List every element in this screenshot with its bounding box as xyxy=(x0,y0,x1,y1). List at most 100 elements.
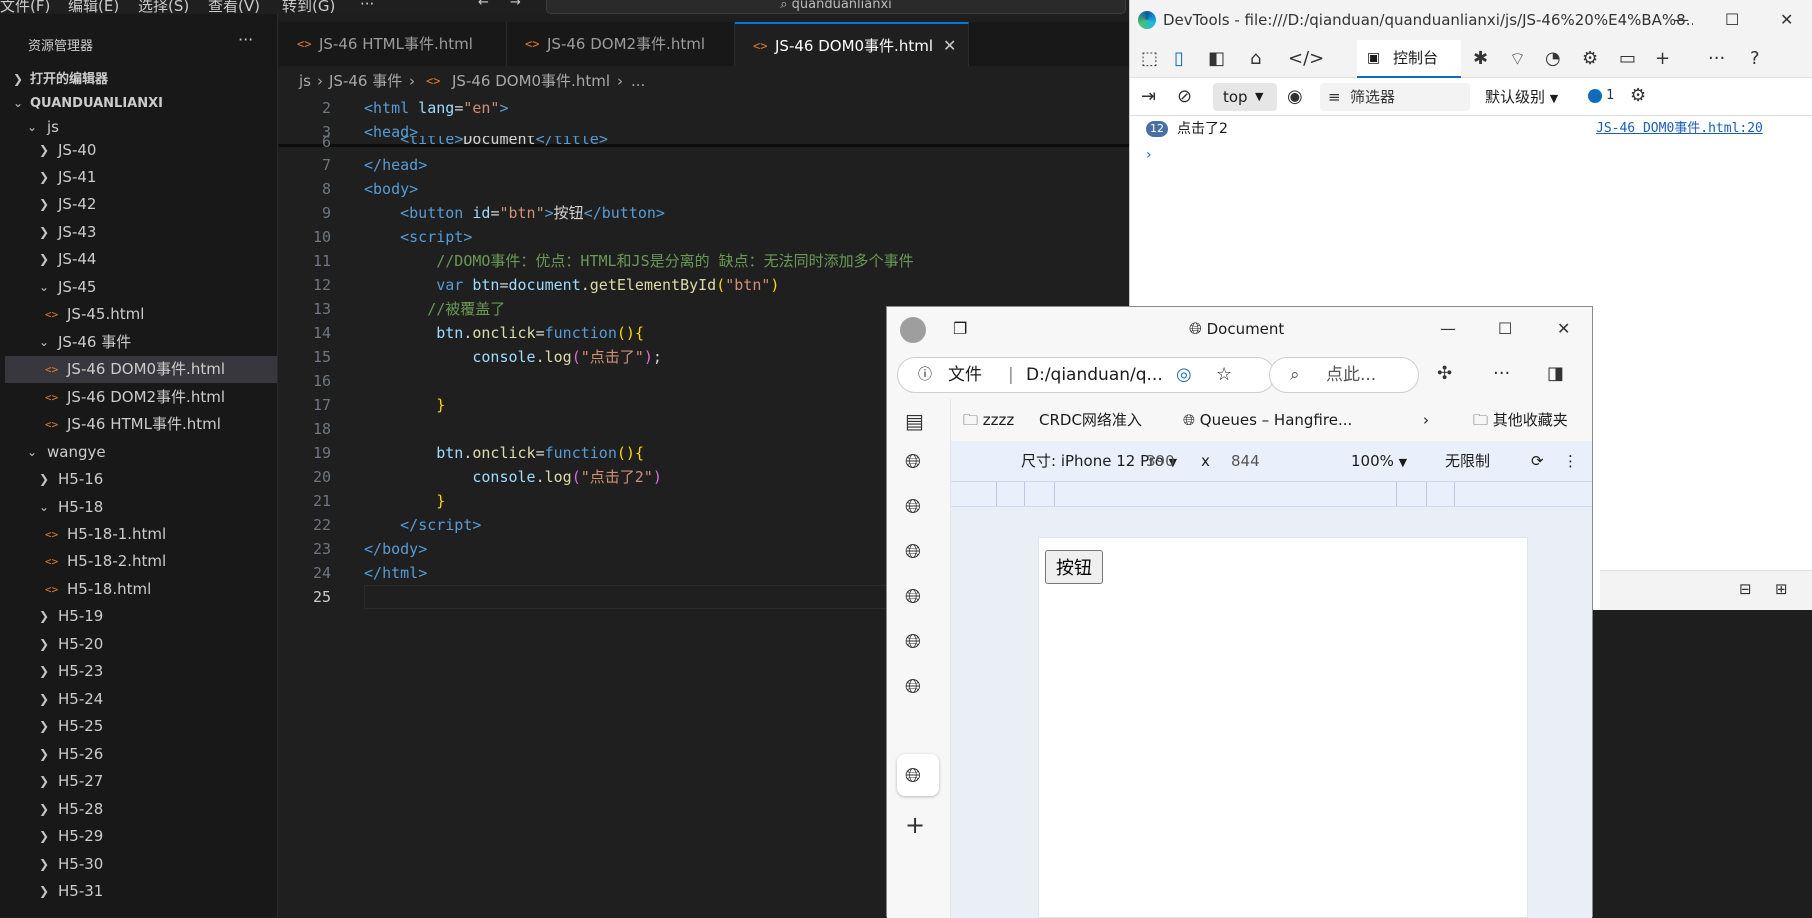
tree-folder[interactable]: ❯ H5-26 xyxy=(5,741,277,768)
tree-folder[interactable]: ❯ H5-20 xyxy=(5,631,277,658)
chevron-right-icon[interactable]: › xyxy=(1423,399,1429,441)
back-arrow-icon[interactable]: ← xyxy=(478,0,489,10)
viewport-height-input[interactable]: 844 xyxy=(1231,441,1260,481)
zoom-selector[interactable]: 100% ▼ xyxy=(1351,441,1407,483)
memory-chip-icon[interactable]: ⚙ xyxy=(1582,48,1598,69)
issues-badge[interactable]: 1 xyxy=(1588,88,1614,103)
search-input[interactable]: ⌕ 点此... xyxy=(1269,357,1419,393)
menu-go[interactable]: 转到(G) xyxy=(282,0,335,14)
tree-file[interactable]: <> H5-18-2.html xyxy=(5,548,277,575)
tree-file[interactable]: <> H5-18-1.html xyxy=(5,521,277,548)
tab-dom0-event[interactable]: <> JS-46 DOM0事件.html ✕ xyxy=(735,22,969,66)
tree-folder[interactable]: ⌄ JS-46 事件 xyxy=(5,329,277,356)
sidebar-toggle-icon[interactable]: ◧ xyxy=(1208,48,1225,69)
globe-icon[interactable]: 🌐︎ xyxy=(905,629,921,653)
more-options-icon[interactable]: ⋮ xyxy=(1563,441,1578,481)
close-icon[interactable]: ✕ xyxy=(943,24,956,68)
tree-folder[interactable]: ❯ H5-16 xyxy=(5,466,277,493)
tree-folder[interactable]: ❯ JS-43 xyxy=(5,219,277,246)
tree-file[interactable]: <> JS-45.html xyxy=(5,301,277,328)
globe-icon[interactable]: 🌐︎ xyxy=(905,674,921,698)
show-sidebar-icon[interactable]: ⇥ xyxy=(1141,86,1156,107)
bookmark-item[interactable]: 🌐︎ Queues – Hangfire... xyxy=(1183,399,1352,441)
tree-folder[interactable]: ⌄ H5-18 xyxy=(5,494,277,521)
globe-icon[interactable]: 🌐︎ xyxy=(905,494,921,518)
bookmark-item[interactable]: CRDC网络准入 xyxy=(1039,399,1142,441)
bug-sources-icon[interactable]: ✱ xyxy=(1473,48,1488,69)
add-tool-icon[interactable]: + xyxy=(1655,48,1670,69)
vertical-tabs-icon[interactable]: ▤ xyxy=(905,409,924,433)
tree-folder[interactable]: ❯ JS-41 xyxy=(5,164,277,191)
tab-console[interactable]: ▣ 控制台 xyxy=(1357,40,1461,78)
elements-code-icon[interactable]: </> xyxy=(1288,48,1324,69)
tree-folder[interactable]: ⌄ wangye xyxy=(5,439,277,466)
more-actions-icon[interactable]: ··· xyxy=(238,30,253,49)
open-editors-section[interactable]: ❯ 打开的编辑器 xyxy=(5,66,277,93)
bookmark-folder[interactable]: 🗀︎ zzzz xyxy=(963,399,1014,441)
breadcrumb-item[interactable]: js xyxy=(299,66,311,96)
globe-icon[interactable]: 🌐︎ xyxy=(905,449,921,473)
profile-avatar[interactable] xyxy=(900,317,926,343)
tree-folder[interactable]: ❯ H5-30 xyxy=(5,851,277,878)
other-favorites[interactable]: 🗀︎ 其他收藏夹 xyxy=(1473,399,1568,441)
device-emulation-icon[interactable]: ▯ xyxy=(1174,48,1184,69)
tree-folder[interactable]: ❯ H5-19 xyxy=(5,603,277,630)
tree-folder[interactable]: ❯ JS-40 xyxy=(5,137,277,164)
more-tools-icon[interactable]: ··· xyxy=(1708,48,1725,69)
tree-file[interactable]: <> H5-18.html xyxy=(5,576,277,603)
application-window-icon[interactable]: ▭ xyxy=(1619,48,1636,69)
throttle-selector[interactable]: 无限制 xyxy=(1445,441,1490,481)
favorite-star-icon[interactable]: ☆ xyxy=(1216,358,1232,392)
breadcrumb-item[interactable]: JS-46 事件 xyxy=(329,66,402,96)
console-prompt[interactable]: › xyxy=(1146,147,1152,163)
tree-folder[interactable]: ❯ JS-44 xyxy=(5,246,277,273)
read-aloud-icon[interactable]: ◎ xyxy=(1176,358,1192,392)
menu-edit[interactable]: 编辑(E) xyxy=(68,0,119,14)
forward-arrow-icon[interactable]: → xyxy=(510,0,521,10)
tree-file[interactable]: <> JS-46 DOM2事件.html xyxy=(5,384,277,411)
tree-folder[interactable]: ❯ H5-31 xyxy=(5,878,277,905)
dock-icon[interactable]: ⊟ xyxy=(1739,580,1752,598)
tab-html-event[interactable]: <> JS-46 HTML事件.html xyxy=(279,22,507,66)
tree-folder[interactable]: ❯ H5-28 xyxy=(5,796,277,823)
help-icon[interactable]: ? xyxy=(1750,48,1760,69)
close-icon[interactable]: ✕ xyxy=(1557,307,1570,351)
close-icon[interactable]: ✕ xyxy=(1780,0,1793,40)
menu-file[interactable]: 文件(F) xyxy=(0,0,50,14)
breadcrumb-item[interactable]: JS-46 DOM0事件.html xyxy=(452,66,610,96)
tree-folder[interactable]: ❯ H5-23 xyxy=(5,658,277,685)
tree-folder[interactable]: ❯ H5-25 xyxy=(5,713,277,740)
settings-gear-icon[interactable]: ⚙ xyxy=(1630,85,1646,106)
tree-folder[interactable]: ❯ JS-42 xyxy=(5,191,277,218)
new-tab-plus-icon[interactable]: + xyxy=(905,811,925,839)
tree-folder[interactable]: ❯ H5-24 xyxy=(5,686,277,713)
menu-more[interactable]: ··· xyxy=(360,0,374,13)
menu-view[interactable]: 查看(V) xyxy=(208,0,260,14)
viewport-width-input[interactable]: 390 xyxy=(1146,441,1175,481)
inspect-icon[interactable]: ⬚ xyxy=(1141,48,1158,69)
log-level-selector[interactable]: 默认级别 ▼ xyxy=(1485,83,1585,111)
welcome-home-icon[interactable]: ⌂ xyxy=(1250,48,1261,69)
eye-icon[interactable]: ◉ xyxy=(1287,86,1303,107)
tab-dom2-event[interactable]: <> JS-46 DOM2事件.html xyxy=(507,22,735,66)
context-selector[interactable]: top ▼ xyxy=(1213,83,1277,111)
tree-folder[interactable]: ❯ H5-29 xyxy=(5,823,277,850)
sidebar-panel-icon[interactable]: ◨ xyxy=(1547,363,1564,384)
minimize-icon[interactable]: — xyxy=(1440,307,1456,351)
log-source-link[interactable]: JS-46 DOM0事件.html:20 xyxy=(1596,116,1763,142)
extensions-icon[interactable]: ✣ xyxy=(1437,363,1452,384)
minimize-icon[interactable]: — xyxy=(1673,0,1689,40)
workspace-root[interactable]: ⌄ QUANDUANLIANXI xyxy=(5,90,277,117)
globe-icon[interactable]: 🌐︎ xyxy=(905,763,921,787)
menu-selection[interactable]: 选择(S) xyxy=(138,0,189,14)
command-center[interactable]: ⌕ quanduanlianxi xyxy=(546,0,1126,14)
network-wifi-icon[interactable]: ⌔ xyxy=(1509,48,1526,71)
tree-folder[interactable]: ⌄ JS-45 xyxy=(5,274,277,301)
rotate-icon[interactable]: ⟳ xyxy=(1531,441,1544,481)
breadcrumb-item[interactable]: ... xyxy=(631,66,645,96)
page-button-btn[interactable]: 按钮 xyxy=(1045,550,1103,584)
console-filter-input[interactable]: ≡ 筛选器 xyxy=(1320,83,1470,111)
performance-gauge-icon[interactable]: ◔ xyxy=(1545,48,1561,69)
clear-console-icon[interactable]: ⊘ xyxy=(1177,86,1192,107)
more-menu-icon[interactable]: ··· xyxy=(1493,363,1510,384)
